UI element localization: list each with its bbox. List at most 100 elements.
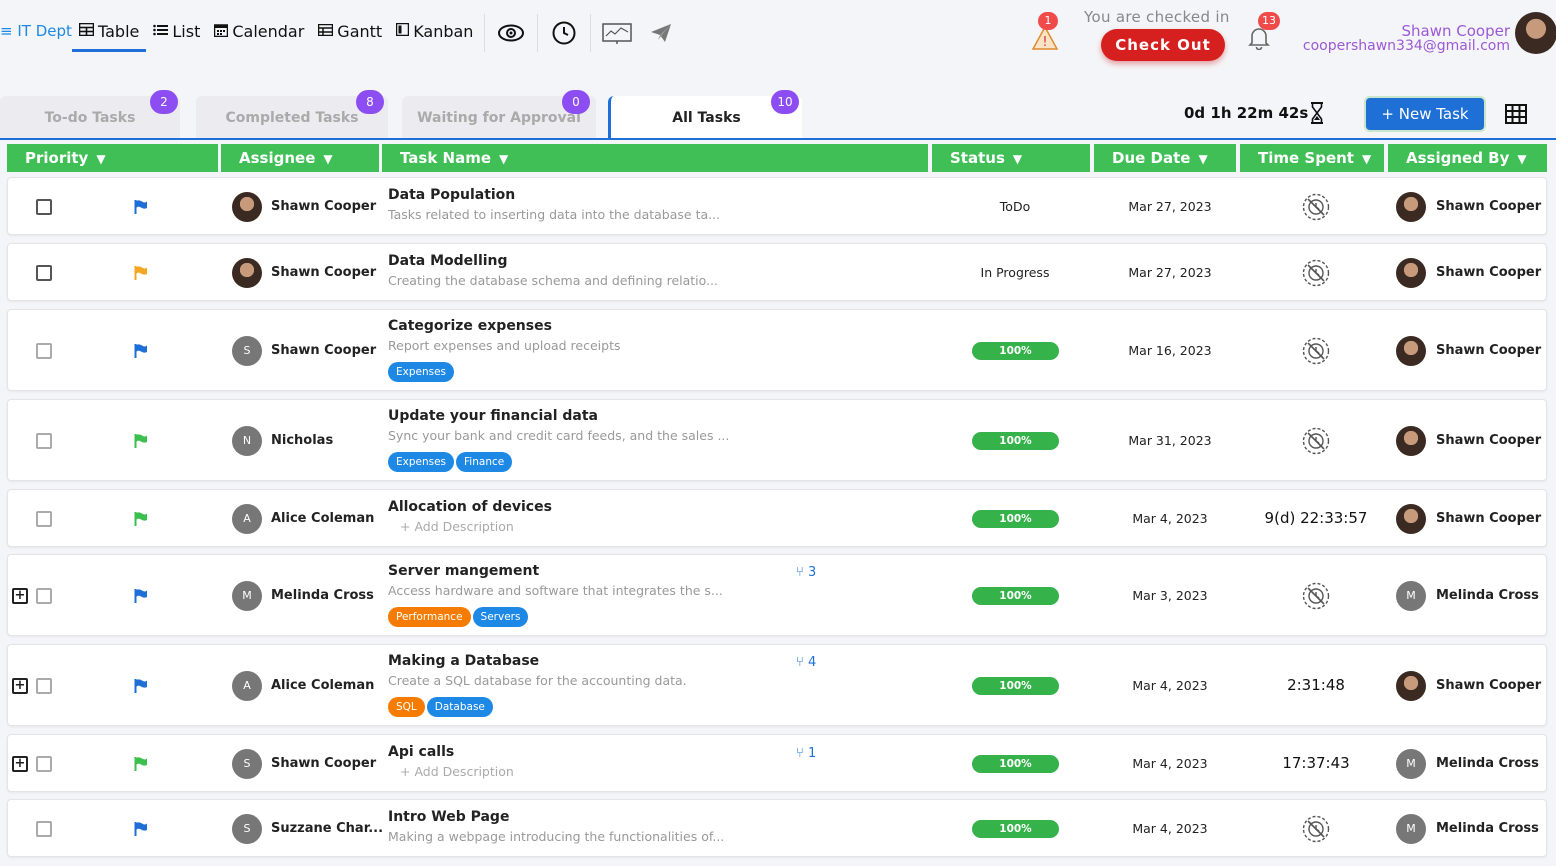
- tab-todo-tasks[interactable]: To-do Tasks 2: [0, 90, 180, 140]
- due-date[interactable]: Mar 3, 2023: [1098, 588, 1242, 603]
- priority-flag-icon[interactable]: [134, 265, 148, 280]
- due-date[interactable]: Mar 27, 2023: [1098, 265, 1242, 280]
- project-selector[interactable]: IT Dept: [0, 22, 72, 40]
- priority-flag-icon[interactable]: [134, 199, 148, 214]
- table-row[interactable]: S Shawn Cooper Categorize expenses Report e…: [7, 309, 1547, 391]
- priority-flag-icon[interactable]: [134, 588, 148, 603]
- due-date[interactable]: Mar 27, 2023: [1098, 199, 1242, 214]
- filter-icon[interactable]: ▼: [1517, 145, 1526, 173]
- filter-icon[interactable]: ▼: [1198, 145, 1207, 173]
- column-header-task-name[interactable]: Task Name ▼: [382, 144, 928, 172]
- row-checkbox[interactable]: [36, 199, 52, 215]
- table-row[interactable]: + S Shawn Cooper Api calls + Add Description…: [7, 734, 1547, 792]
- tag-badge[interactable]: Expenses: [388, 362, 455, 382]
- expand-subtasks-icon[interactable]: +: [12, 678, 28, 694]
- column-header-assignee[interactable]: Assignee ▼: [221, 144, 379, 172]
- task-name[interactable]: Data Population: [388, 187, 515, 203]
- tag-badge[interactable]: Database: [426, 697, 493, 717]
- status-label[interactable]: In Progress: [942, 265, 1088, 280]
- column-header-due-date[interactable]: Due Date ▼: [1094, 144, 1236, 172]
- row-checkbox[interactable]: [36, 343, 52, 359]
- priority-flag-icon[interactable]: [134, 756, 148, 771]
- progress-bar[interactable]: 100%: [972, 510, 1059, 528]
- no-time-tracked-icon[interactable]: [1302, 193, 1330, 221]
- progress-bar[interactable]: 100%: [972, 820, 1059, 838]
- view-kanban[interactable]: Kanban: [389, 14, 480, 52]
- tab-waiting-for-approval[interactable]: Waiting for Approval 0: [402, 90, 596, 140]
- table-row[interactable]: A Alice Coleman Allocation of devices + Add…: [7, 489, 1547, 547]
- add-description-link[interactable]: + Add Description: [400, 764, 514, 779]
- no-time-tracked-icon[interactable]: [1302, 427, 1330, 455]
- alert-button[interactable]: ! 1: [1030, 12, 1060, 50]
- expand-subtasks-icon[interactable]: +: [12, 588, 28, 604]
- no-time-tracked-icon[interactable]: [1302, 582, 1330, 610]
- due-date[interactable]: Mar 31, 2023: [1098, 433, 1242, 448]
- user-avatar[interactable]: [1515, 12, 1556, 54]
- filter-icon[interactable]: ▼: [96, 145, 105, 173]
- clock-icon[interactable]: [542, 14, 586, 52]
- add-description-link[interactable]: + Add Description: [400, 519, 514, 534]
- presentation-icon[interactable]: [595, 14, 639, 52]
- table-row[interactable]: S Suzzane Char... Intro Web Page Making a w…: [7, 799, 1547, 857]
- table-row[interactable]: Shawn Cooper Data Population Tasks related…: [7, 177, 1547, 235]
- progress-bar[interactable]: 100%: [972, 587, 1059, 605]
- progress-bar[interactable]: 100%: [972, 432, 1059, 450]
- progress-bar[interactable]: 100%: [972, 342, 1059, 360]
- tag-badge[interactable]: Finance: [456, 452, 513, 472]
- subtasks-count[interactable]: ⑂ 1: [796, 746, 816, 761]
- tag-badge[interactable]: Expenses: [388, 452, 455, 472]
- progress-bar[interactable]: 100%: [972, 677, 1059, 695]
- task-name[interactable]: Update your financial data: [388, 408, 598, 424]
- eye-icon[interactable]: [489, 14, 533, 52]
- due-date[interactable]: Mar 16, 2023: [1098, 343, 1242, 358]
- subtasks-count[interactable]: ⑂ 3: [796, 565, 816, 580]
- subtasks-count[interactable]: ⑂ 4: [796, 655, 816, 670]
- progress-bar[interactable]: 100%: [972, 755, 1059, 773]
- priority-flag-icon[interactable]: [134, 433, 148, 448]
- tab-completed-tasks[interactable]: Completed Tasks 8: [196, 90, 388, 140]
- view-gantt[interactable]: Gantt: [311, 14, 389, 52]
- no-time-tracked-icon[interactable]: [1302, 337, 1330, 365]
- priority-flag-icon[interactable]: [134, 678, 148, 693]
- expand-subtasks-icon[interactable]: +: [12, 756, 28, 772]
- priority-flag-icon[interactable]: [134, 343, 148, 358]
- table-row[interactable]: + M Melinda Cross Server mangement Access ha…: [7, 554, 1547, 636]
- tag-badge[interactable]: Servers: [472, 607, 529, 627]
- view-calendar[interactable]: Calendar: [207, 14, 311, 52]
- new-task-button[interactable]: + New Task: [1366, 98, 1484, 130]
- view-list[interactable]: List: [146, 14, 207, 52]
- tab-all-tasks[interactable]: All Tasks 10: [608, 90, 802, 140]
- filter-icon[interactable]: ▼: [499, 145, 508, 173]
- notifications-button[interactable]: 13: [1246, 12, 1280, 50]
- column-header-time-spent[interactable]: Time Spent ▼: [1240, 144, 1384, 172]
- priority-flag-icon[interactable]: [134, 821, 148, 836]
- status-label[interactable]: ToDo: [942, 199, 1088, 214]
- table-row[interactable]: + A Alice Coleman Making a Database Create a…: [7, 644, 1547, 726]
- table-row[interactable]: N Nicholas Update your financial data Sync …: [7, 399, 1547, 481]
- priority-flag-icon[interactable]: [134, 511, 148, 526]
- task-name[interactable]: Server mangement: [388, 563, 539, 579]
- row-checkbox[interactable]: [36, 265, 52, 281]
- no-time-tracked-icon[interactable]: [1302, 815, 1330, 843]
- filter-icon[interactable]: ▼: [1013, 145, 1022, 173]
- due-date[interactable]: Mar 4, 2023: [1098, 756, 1242, 771]
- column-header-assigned-by[interactable]: Assigned By ▼: [1388, 144, 1547, 172]
- table-row[interactable]: Shawn Cooper Data Modelling Creating the d…: [7, 243, 1547, 301]
- tag-badge[interactable]: Performance: [388, 607, 471, 627]
- row-checkbox[interactable]: [36, 821, 52, 837]
- due-date[interactable]: Mar 4, 2023: [1098, 678, 1242, 693]
- send-icon[interactable]: [639, 14, 683, 52]
- row-checkbox[interactable]: [36, 511, 52, 527]
- row-checkbox[interactable]: [36, 588, 52, 604]
- filter-icon[interactable]: ▼: [323, 145, 332, 173]
- grid-view-icon[interactable]: [1505, 104, 1527, 124]
- due-date[interactable]: Mar 4, 2023: [1098, 511, 1242, 526]
- view-table[interactable]: Table: [72, 14, 147, 52]
- filter-icon[interactable]: ▼: [1362, 145, 1371, 173]
- tag-badge[interactable]: SQL: [388, 697, 425, 717]
- no-time-tracked-icon[interactable]: [1302, 259, 1330, 287]
- check-out-button[interactable]: Check Out: [1101, 29, 1225, 61]
- task-name[interactable]: Allocation of devices: [388, 499, 552, 515]
- task-name[interactable]: Categorize expenses: [388, 318, 552, 334]
- due-date[interactable]: Mar 4, 2023: [1098, 821, 1242, 836]
